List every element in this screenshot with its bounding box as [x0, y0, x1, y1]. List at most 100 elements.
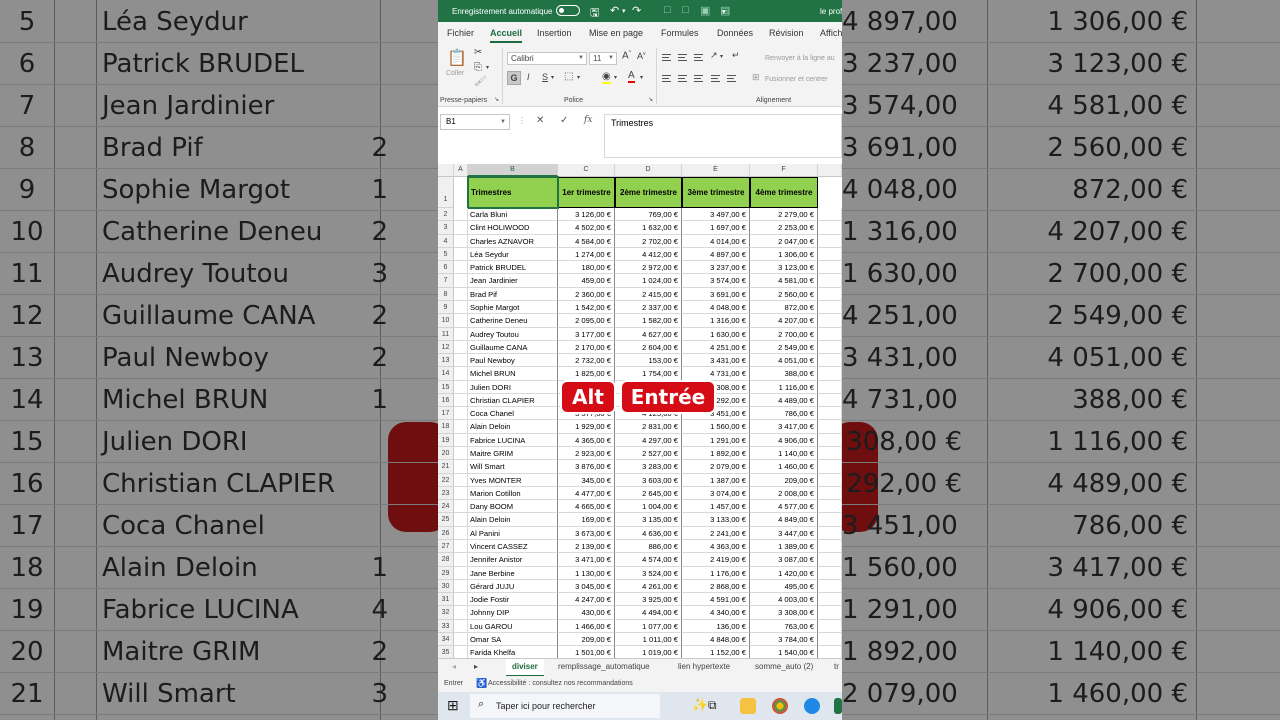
table-cell-g[interactable] — [818, 619, 842, 633]
table-cell-q4[interactable]: 4 207,00 € — [750, 314, 818, 328]
table-cell-q2[interactable]: 1 582,00 € — [615, 314, 682, 328]
scroll-right-icon[interactable]: ▸ — [474, 662, 478, 671]
row-header[interactable]: 20 — [438, 447, 454, 461]
table-cell-g[interactable] — [818, 274, 842, 288]
row-header[interactable]: 4 — [438, 234, 454, 248]
table-cell-g[interactable] — [818, 380, 842, 394]
table-cell-q4[interactable]: 763,00 € — [750, 619, 818, 633]
table-cell-a[interactable] — [454, 407, 468, 421]
table-cell-q2[interactable]: 2 604,00 € — [615, 340, 682, 355]
clipboard-launcher-icon[interactable]: ↘ — [494, 96, 499, 103]
table-cell-g[interactable] — [818, 500, 842, 514]
table-cell-a[interactable] — [454, 447, 468, 461]
name-box[interactable]: B1 ▼ — [440, 114, 510, 130]
table-cell-a[interactable] — [454, 553, 468, 567]
table-cell-a[interactable] — [454, 234, 468, 248]
row-header[interactable]: 30 — [438, 579, 454, 594]
table-cell-q2[interactable]: 4 412,00 € — [615, 247, 682, 262]
table-cell-g[interactable] — [818, 407, 842, 421]
bold-button[interactable]: G — [507, 71, 521, 85]
table-cell-q4[interactable]: 495,00 € — [750, 579, 818, 594]
table-cell-name[interactable]: Alain Deloin — [468, 420, 558, 434]
table-cell-a[interactable] — [454, 473, 468, 487]
row-header[interactable]: 26 — [438, 526, 454, 540]
table-cell-name[interactable]: Patrick BRUDEL — [468, 261, 558, 275]
table-cell-g[interactable] — [818, 473, 842, 487]
search-highlight-icon[interactable]: ✨ — [692, 697, 708, 713]
table-cell-q1[interactable]: 4 247,00 € — [558, 593, 615, 607]
row-header[interactable]: 34 — [438, 632, 454, 647]
table-cell-q2[interactable]: 4 297,00 € — [615, 433, 682, 448]
row-header[interactable]: 19 — [438, 433, 454, 448]
row-header[interactable]: 5 — [438, 247, 454, 262]
font-color-dropdown-icon[interactable]: ▾ — [640, 74, 643, 81]
table-cell-q1[interactable]: 1 929,00 € — [558, 420, 615, 434]
underline-button[interactable]: S — [542, 72, 548, 82]
table-cell-q1[interactable]: 3 673,00 € — [558, 526, 615, 540]
row-header[interactable]: 8 — [438, 287, 454, 301]
table-cell-q2[interactable]: 2 415,00 € — [615, 287, 682, 301]
row-header[interactable]: 24 — [438, 500, 454, 514]
borders-icon[interactable]: ⬚ — [564, 71, 573, 82]
table-cell-name[interactable]: Léa Seydur — [468, 247, 558, 262]
table-cell-name[interactable]: Charles AZNAVOR — [468, 234, 558, 248]
table-cell-a[interactable] — [454, 460, 468, 474]
table-cell-q3[interactable]: 1 176,00 € — [682, 566, 750, 580]
table-cell-a[interactable] — [454, 593, 468, 607]
file-explorer-icon[interactable] — [740, 698, 756, 714]
table-cell-q1[interactable]: 2 170,00 € — [558, 340, 615, 355]
table-cell-q3[interactable]: 2 868,00 € — [682, 579, 750, 594]
table-cell-q4[interactable]: 2 560,00 € — [750, 287, 818, 301]
excel-taskbar-icon[interactable] — [834, 698, 842, 714]
paste-icon[interactable]: 📋 — [447, 48, 467, 68]
table-cell-q1[interactable]: 2 732,00 € — [558, 354, 615, 368]
table-cell-q2[interactable]: 2 337,00 € — [615, 300, 682, 315]
table-cell-q1[interactable]: 3 471,00 € — [558, 553, 615, 567]
table-cell-name[interactable]: Jane Berbine — [468, 566, 558, 580]
table-cell-q3[interactable]: 3 074,00 € — [682, 486, 750, 501]
row-header[interactable]: 18 — [438, 420, 454, 434]
font-size-combo[interactable]: 11 ▼ — [589, 52, 617, 65]
sheet-tab-somme-auto[interactable]: somme_auto (2) — [755, 662, 813, 671]
table-cell-a[interactable] — [454, 354, 468, 368]
table-cell-q2[interactable]: 2 972,00 € — [615, 261, 682, 275]
font-launcher-icon[interactable]: ↘ — [648, 96, 653, 103]
italic-button[interactable]: I — [527, 72, 530, 82]
table-cell-name[interactable]: Jean Jardinier — [468, 274, 558, 288]
tab-revision[interactable]: Révision — [769, 28, 804, 38]
table-cell-q1[interactable]: 345,00 € — [558, 473, 615, 487]
underline-dropdown-icon[interactable]: ▾ — [551, 74, 554, 81]
table-cell-name[interactable]: Johnny DIP — [468, 606, 558, 620]
table-cell-g[interactable] — [818, 261, 842, 275]
edge-icon[interactable] — [804, 698, 820, 714]
row-header[interactable]: 9 — [438, 300, 454, 315]
row-header[interactable]: 13 — [438, 354, 454, 368]
table-cell-q2[interactable]: 3 603,00 € — [615, 473, 682, 487]
scroll-left-icon[interactable]: ◂ — [452, 662, 456, 671]
table-cell-name[interactable]: Lou GAROU — [468, 619, 558, 633]
row-header[interactable]: 10 — [438, 314, 454, 328]
table-cell-q4[interactable]: 4 581,00 € — [750, 274, 818, 288]
header-cell-q2[interactable]: 2ème trimestre — [615, 177, 682, 208]
table-cell-q3[interactable]: 1 892,00 € — [682, 447, 750, 461]
row-header[interactable]: 29 — [438, 566, 454, 580]
decrease-font-icon[interactable]: Av — [637, 51, 646, 61]
table-cell-name[interactable]: Jodie Fostir — [468, 593, 558, 607]
table-cell-q3[interactable]: 4 251,00 € — [682, 340, 750, 355]
table-cell-name[interactable]: Vincent CASSEZ — [468, 540, 558, 554]
taskbar-search-box[interactable]: ⌕ Taper ici pour rechercher ✨ — [470, 694, 708, 718]
table-cell-g[interactable] — [818, 354, 842, 368]
table-cell-a[interactable] — [454, 208, 468, 222]
row-header[interactable]: 21 — [438, 460, 454, 474]
table-cell-q3[interactable]: 1 291,00 € — [682, 433, 750, 448]
table-cell-q4[interactable]: 3 417,00 € — [750, 420, 818, 434]
table-cell-q1[interactable]: 1 130,00 € — [558, 566, 615, 580]
table-cell-a[interactable] — [454, 247, 468, 262]
table-cell-q3[interactable]: 2 241,00 € — [682, 526, 750, 540]
table-cell-q3[interactable]: 1 630,00 € — [682, 327, 750, 341]
table-cell-q4[interactable]: 4 849,00 € — [750, 513, 818, 527]
table-cell-q4[interactable]: 3 087,00 € — [750, 553, 818, 567]
sheet-tab-diviser[interactable]: diviser — [506, 659, 544, 677]
increase-font-icon[interactable]: A^ — [622, 50, 631, 61]
fill-color-dropdown-icon[interactable]: ▾ — [614, 74, 617, 81]
